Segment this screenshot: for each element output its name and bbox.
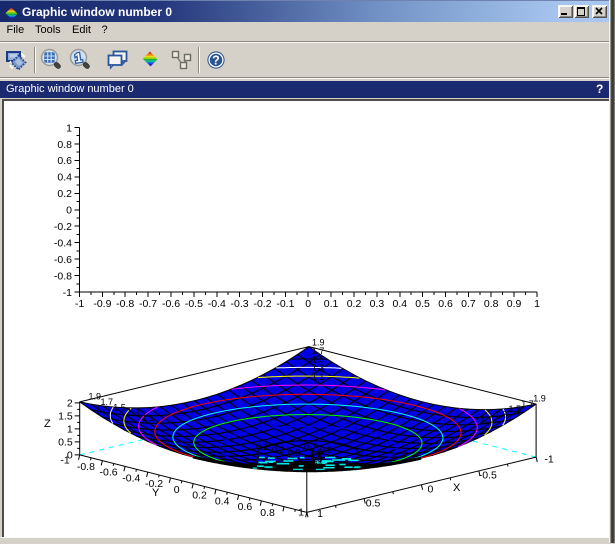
svg-text:0.4: 0.4 <box>57 172 72 184</box>
svg-text:0.1: 0.1 <box>324 298 339 310</box>
svg-text:1.9: 1.9 <box>89 392 102 402</box>
svg-text:-0.5: -0.5 <box>185 298 203 310</box>
svg-text:?: ? <box>212 54 220 68</box>
svg-text:0.8: 0.8 <box>484 298 499 310</box>
svg-text:0.5: 0.5 <box>366 497 381 509</box>
svg-text:-0.1: -0.1 <box>276 298 294 310</box>
svg-text:1.7: 1.7 <box>521 399 534 409</box>
svg-text:0: 0 <box>66 205 72 217</box>
svg-text:0.6: 0.6 <box>238 501 253 513</box>
svg-text:2: 2 <box>67 397 73 409</box>
svg-text:-0.6: -0.6 <box>162 298 180 310</box>
svg-text:Y: Y <box>152 487 160 499</box>
svg-text:-0.2: -0.2 <box>253 298 271 310</box>
svg-text:-0.9: -0.9 <box>93 298 111 310</box>
svg-text:1.7: 1.7 <box>101 397 114 407</box>
svg-text:1: 1 <box>534 298 540 310</box>
svg-text:-0.8: -0.8 <box>116 298 134 310</box>
svg-text:X: X <box>453 482 461 494</box>
svg-text:-0.6: -0.6 <box>54 254 72 266</box>
svg-text:-0.7: -0.7 <box>139 298 157 310</box>
svg-text:0.2: 0.2 <box>57 188 72 200</box>
svg-text:0: 0 <box>427 484 433 496</box>
svg-text:0.6: 0.6 <box>57 155 72 167</box>
svg-text:0.8: 0.8 <box>57 139 72 151</box>
svg-text:-0.4: -0.4 <box>208 298 226 310</box>
svg-text:1.9: 1.9 <box>312 338 325 348</box>
svg-text:-0.6: -0.6 <box>100 467 118 479</box>
svg-text:0: 0 <box>305 298 311 310</box>
svg-text:0.6: 0.6 <box>438 298 453 310</box>
svg-text:0.5: 0.5 <box>415 298 430 310</box>
svg-text:-0.4: -0.4 <box>54 237 72 249</box>
svg-text:1: 1 <box>67 423 73 435</box>
svg-text:-0.5: -0.5 <box>479 470 497 482</box>
svg-text:0.8: 0.8 <box>260 507 275 519</box>
svg-text:0.5: 0.5 <box>58 436 73 448</box>
svg-text:1.5: 1.5 <box>113 402 126 412</box>
svg-text:1.5: 1.5 <box>58 410 73 422</box>
svg-text:-0.4: -0.4 <box>122 472 140 484</box>
svg-text:Z: Z <box>44 418 51 430</box>
svg-text:0.9: 0.9 <box>507 298 522 310</box>
svg-text:1.1: 1.1 <box>312 372 325 382</box>
svg-text:1.9: 1.9 <box>533 394 546 404</box>
svg-text:-1: -1 <box>63 287 72 299</box>
svg-text:1: 1 <box>298 506 304 518</box>
svg-text:0: 0 <box>67 449 73 461</box>
svg-text:1.3: 1.3 <box>495 409 508 419</box>
svg-text:0.3: 0.3 <box>272 445 285 455</box>
svg-text:0.2: 0.2 <box>347 298 362 310</box>
svg-text:-1: -1 <box>544 453 553 465</box>
svg-text:-0.3: -0.3 <box>231 298 249 310</box>
svg-text:1.3: 1.3 <box>312 363 325 373</box>
svg-text:-0.8: -0.8 <box>54 270 72 282</box>
svg-text:1: 1 <box>66 122 72 134</box>
svg-text:-0.2: -0.2 <box>54 221 72 233</box>
svg-text:0.3: 0.3 <box>370 298 385 310</box>
svg-text:1.9: 1.9 <box>310 448 323 458</box>
svg-text:0.4: 0.4 <box>215 495 230 507</box>
svg-text:0.2: 0.2 <box>192 490 207 502</box>
svg-text:1.3: 1.3 <box>127 408 140 418</box>
svg-text:-0.8: -0.8 <box>77 461 95 473</box>
svg-text:1: 1 <box>317 508 323 520</box>
svg-text:-1: -1 <box>75 298 84 310</box>
svg-text:0.1: 0.1 <box>256 442 269 452</box>
svg-text:0: 0 <box>174 484 180 496</box>
svg-text:1.1: 1.1 <box>142 413 155 423</box>
svg-text:0.4: 0.4 <box>392 298 407 310</box>
svg-text:0.5: 0.5 <box>288 448 301 458</box>
svg-text:1.5: 1.5 <box>509 404 522 414</box>
svg-text:0.7: 0.7 <box>461 298 476 310</box>
svg-text:1.1: 1.1 <box>480 415 493 425</box>
